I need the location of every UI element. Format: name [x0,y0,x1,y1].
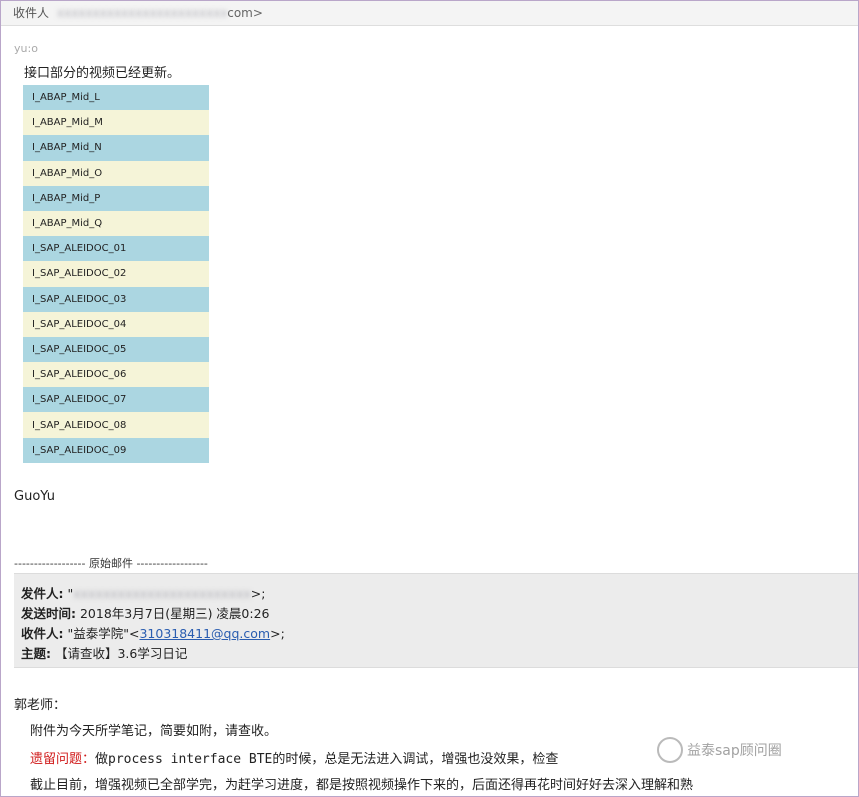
recipient-label: 收件人 [13,6,50,20]
recipient-header: 收件人 xxxxxxxxxxxxxxxxxxxxxxxxcom> [1,1,858,26]
watermark: 益泰sap顾问圈 [657,737,782,763]
sent-row: 发送时间: 2018年3月7日(星期三) 凌晨0:26 [21,603,270,622]
table-row: I_SAP_ALEIDOC_05 [23,336,209,363]
message-line-2: 遗留问题：做process interface BTE的时候，总是无法进入调试，… [30,748,558,767]
intro-text: 接口部分的视频已经更新。 [24,66,181,81]
table-row: I_ABAP_Mid_M [23,110,209,136]
table-row: I_SAP_ALEIDOC_04 [23,311,209,337]
video-item: I_SAP_ALEIDOC_07 [23,387,209,413]
greeting: yu:o [14,42,38,55]
to-email-link[interactable]: 310318411@qq.com [139,626,270,641]
wechat-icon [657,737,683,763]
table-row: I_SAP_ALEIDOC_07 [23,387,209,413]
video-item: I_ABAP_Mid_N [23,135,209,161]
video-item: I_SAP_ALEIDOC_01 [23,236,209,262]
sent-value: 2018年3月7日(星期三) 凌晨0:26 [79,606,270,621]
original-mail-separator: ------------------ 原始邮件 ----------------… [14,557,208,570]
table-row: I_SAP_ALEIDOC_03 [23,286,209,312]
video-item: I_ABAP_Mid_M [23,110,209,136]
video-item: I_ABAP_Mid_O [23,160,209,186]
issue-text: 做process interface BTE的时候，总是无法进入调试，增强也没效… [95,752,559,767]
recipient-value: xxxxxxxxxxxxxxxxxxxxxxxxcom> [57,6,263,20]
table-row: I_SAP_ALEIDOC_02 [23,261,209,287]
table-row: I_ABAP_Mid_Q [23,210,209,237]
sent-label: 发送时间: [21,606,76,621]
video-item: I_ABAP_Mid_L [23,85,209,111]
video-item: I_SAP_ALEIDOC_08 [23,412,209,438]
from-label: 发件人: [21,586,64,601]
to-label: 收件人: [21,626,64,641]
message-line-3: 截止目前，增强视频已全部学完，为赶学习进度，都是按照视频操作下来的，后面还得再花… [30,778,694,793]
table-row: I_SAP_ALEIDOC_08 [23,412,209,438]
from-value: "xxxxxxxxxxxxxxxxxxxxxxxx>; [67,586,266,601]
video-item: I_SAP_ALEIDOC_09 [23,437,209,463]
video-item: I_SAP_ALEIDOC_03 [23,286,209,312]
table-row: I_ABAP_Mid_N [23,135,209,161]
subject-label: 主题: [21,646,51,661]
subject-row: 主题: 【请查收】3.6学习日记 [21,643,187,662]
salutation: 郭老师： [14,698,67,713]
signature: GuoYu [14,489,55,504]
table-row: I_SAP_ALEIDOC_06 [23,362,209,388]
original-mail-header: 发件人: "xxxxxxxxxxxxxxxxxxxxxxxx>; 发送时间: 2… [14,573,858,668]
video-item: I_SAP_ALEIDOC_02 [23,261,209,287]
table-row: I_SAP_ALEIDOC_09 [23,437,209,463]
to-suffix: >; [270,626,285,641]
video-item: I_SAP_ALEIDOC_06 [23,362,209,388]
message-line-1: 附件为今天所学笔记，简要如附，请查收。 [30,724,278,739]
table-row: I_SAP_ALEIDOC_01 [23,236,209,262]
video-list-table: I_ABAP_Mid_L I_ABAP_Mid_M I_ABAP_Mid_N I… [23,85,209,463]
issue-label: 遗留问题： [30,752,96,767]
to-row: 收件人: "益泰学院"<310318411@qq.com>; [21,623,285,642]
video-item: I_SAP_ALEIDOC_04 [23,311,209,337]
table-row: I_ABAP_Mid_P [23,185,209,211]
from-row: 发件人: "xxxxxxxxxxxxxxxxxxxxxxxx>; [21,583,265,602]
video-item: I_ABAP_Mid_Q [23,210,209,237]
table-row: I_ABAP_Mid_O [23,160,209,186]
subject-value: 【请查收】3.6学习日记 [54,646,188,661]
table-row: I_ABAP_Mid_L [23,85,209,111]
watermark-text: 益泰sap顾问圈 [687,743,782,759]
video-item: I_SAP_ALEIDOC_05 [23,336,209,363]
to-name: "益泰学院"< [67,626,140,641]
video-item: I_ABAP_Mid_P [23,185,209,211]
